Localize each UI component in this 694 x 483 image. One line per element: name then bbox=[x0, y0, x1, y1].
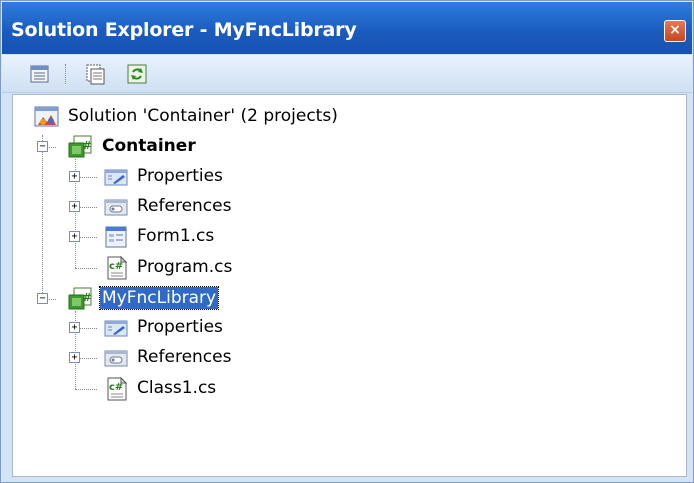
properties-icon[interactable] bbox=[28, 62, 52, 86]
close-button[interactable]: × bbox=[664, 20, 686, 42]
tree-node-label: Solution 'Container' (2 projects) bbox=[68, 106, 338, 126]
properties-folder-icon bbox=[104, 320, 128, 337]
tree-line bbox=[42, 135, 43, 297]
tree-node-label: References bbox=[137, 347, 232, 367]
collapse-toggle[interactable]: − bbox=[37, 293, 48, 304]
references-folder-icon bbox=[104, 199, 128, 216]
solution-tree: Solution 'Container' (2 projects) − c# C… bbox=[12, 94, 687, 477]
close-icon: × bbox=[669, 22, 681, 38]
tree-node-label: Properties bbox=[137, 166, 223, 186]
expand-toggle[interactable]: + bbox=[69, 171, 80, 182]
tree-node-label: MyFncLibrary bbox=[98, 286, 220, 310]
tree-node-label: Container bbox=[102, 136, 196, 156]
csharp-project-icon: c# bbox=[68, 287, 92, 310]
refresh-icon[interactable] bbox=[125, 62, 149, 86]
tree-line bbox=[75, 389, 97, 390]
title-bar[interactable]: Solution Explorer - MyFncLibrary × bbox=[2, 2, 692, 54]
tree-node-label: Properties bbox=[137, 317, 223, 337]
properties-folder-icon bbox=[104, 169, 128, 186]
svg-text:c#: c# bbox=[109, 261, 123, 272]
expand-toggle[interactable]: + bbox=[69, 201, 80, 212]
references-folder-icon bbox=[104, 350, 128, 367]
expand-toggle[interactable]: + bbox=[69, 231, 80, 242]
tree-node-label: Program.cs bbox=[137, 257, 233, 277]
csharp-file-icon: c# bbox=[107, 256, 128, 280]
tree-node-label: Class1.cs bbox=[137, 378, 217, 398]
csharp-file-icon: c# bbox=[107, 377, 128, 401]
expand-toggle[interactable]: + bbox=[69, 352, 80, 363]
window-title: Solution Explorer - MyFncLibrary bbox=[11, 19, 357, 41]
tree-line bbox=[75, 268, 97, 269]
solution-explorer-window: Solution Explorer - MyFncLibrary × Solut… bbox=[0, 0, 694, 483]
collapse-toggle[interactable]: − bbox=[37, 141, 48, 152]
csharp-project-icon: c# bbox=[68, 135, 92, 158]
form-icon bbox=[105, 226, 127, 248]
show-all-files-icon[interactable] bbox=[83, 62, 107, 86]
tree-node-label: Form1.cs bbox=[137, 226, 215, 246]
svg-text:c#: c# bbox=[109, 382, 123, 393]
toolbar-separator bbox=[65, 64, 66, 84]
toolbar bbox=[2, 55, 692, 93]
expand-toggle[interactable]: + bbox=[69, 322, 80, 333]
solution-icon bbox=[34, 106, 59, 127]
tree-node-label: References bbox=[137, 196, 232, 216]
